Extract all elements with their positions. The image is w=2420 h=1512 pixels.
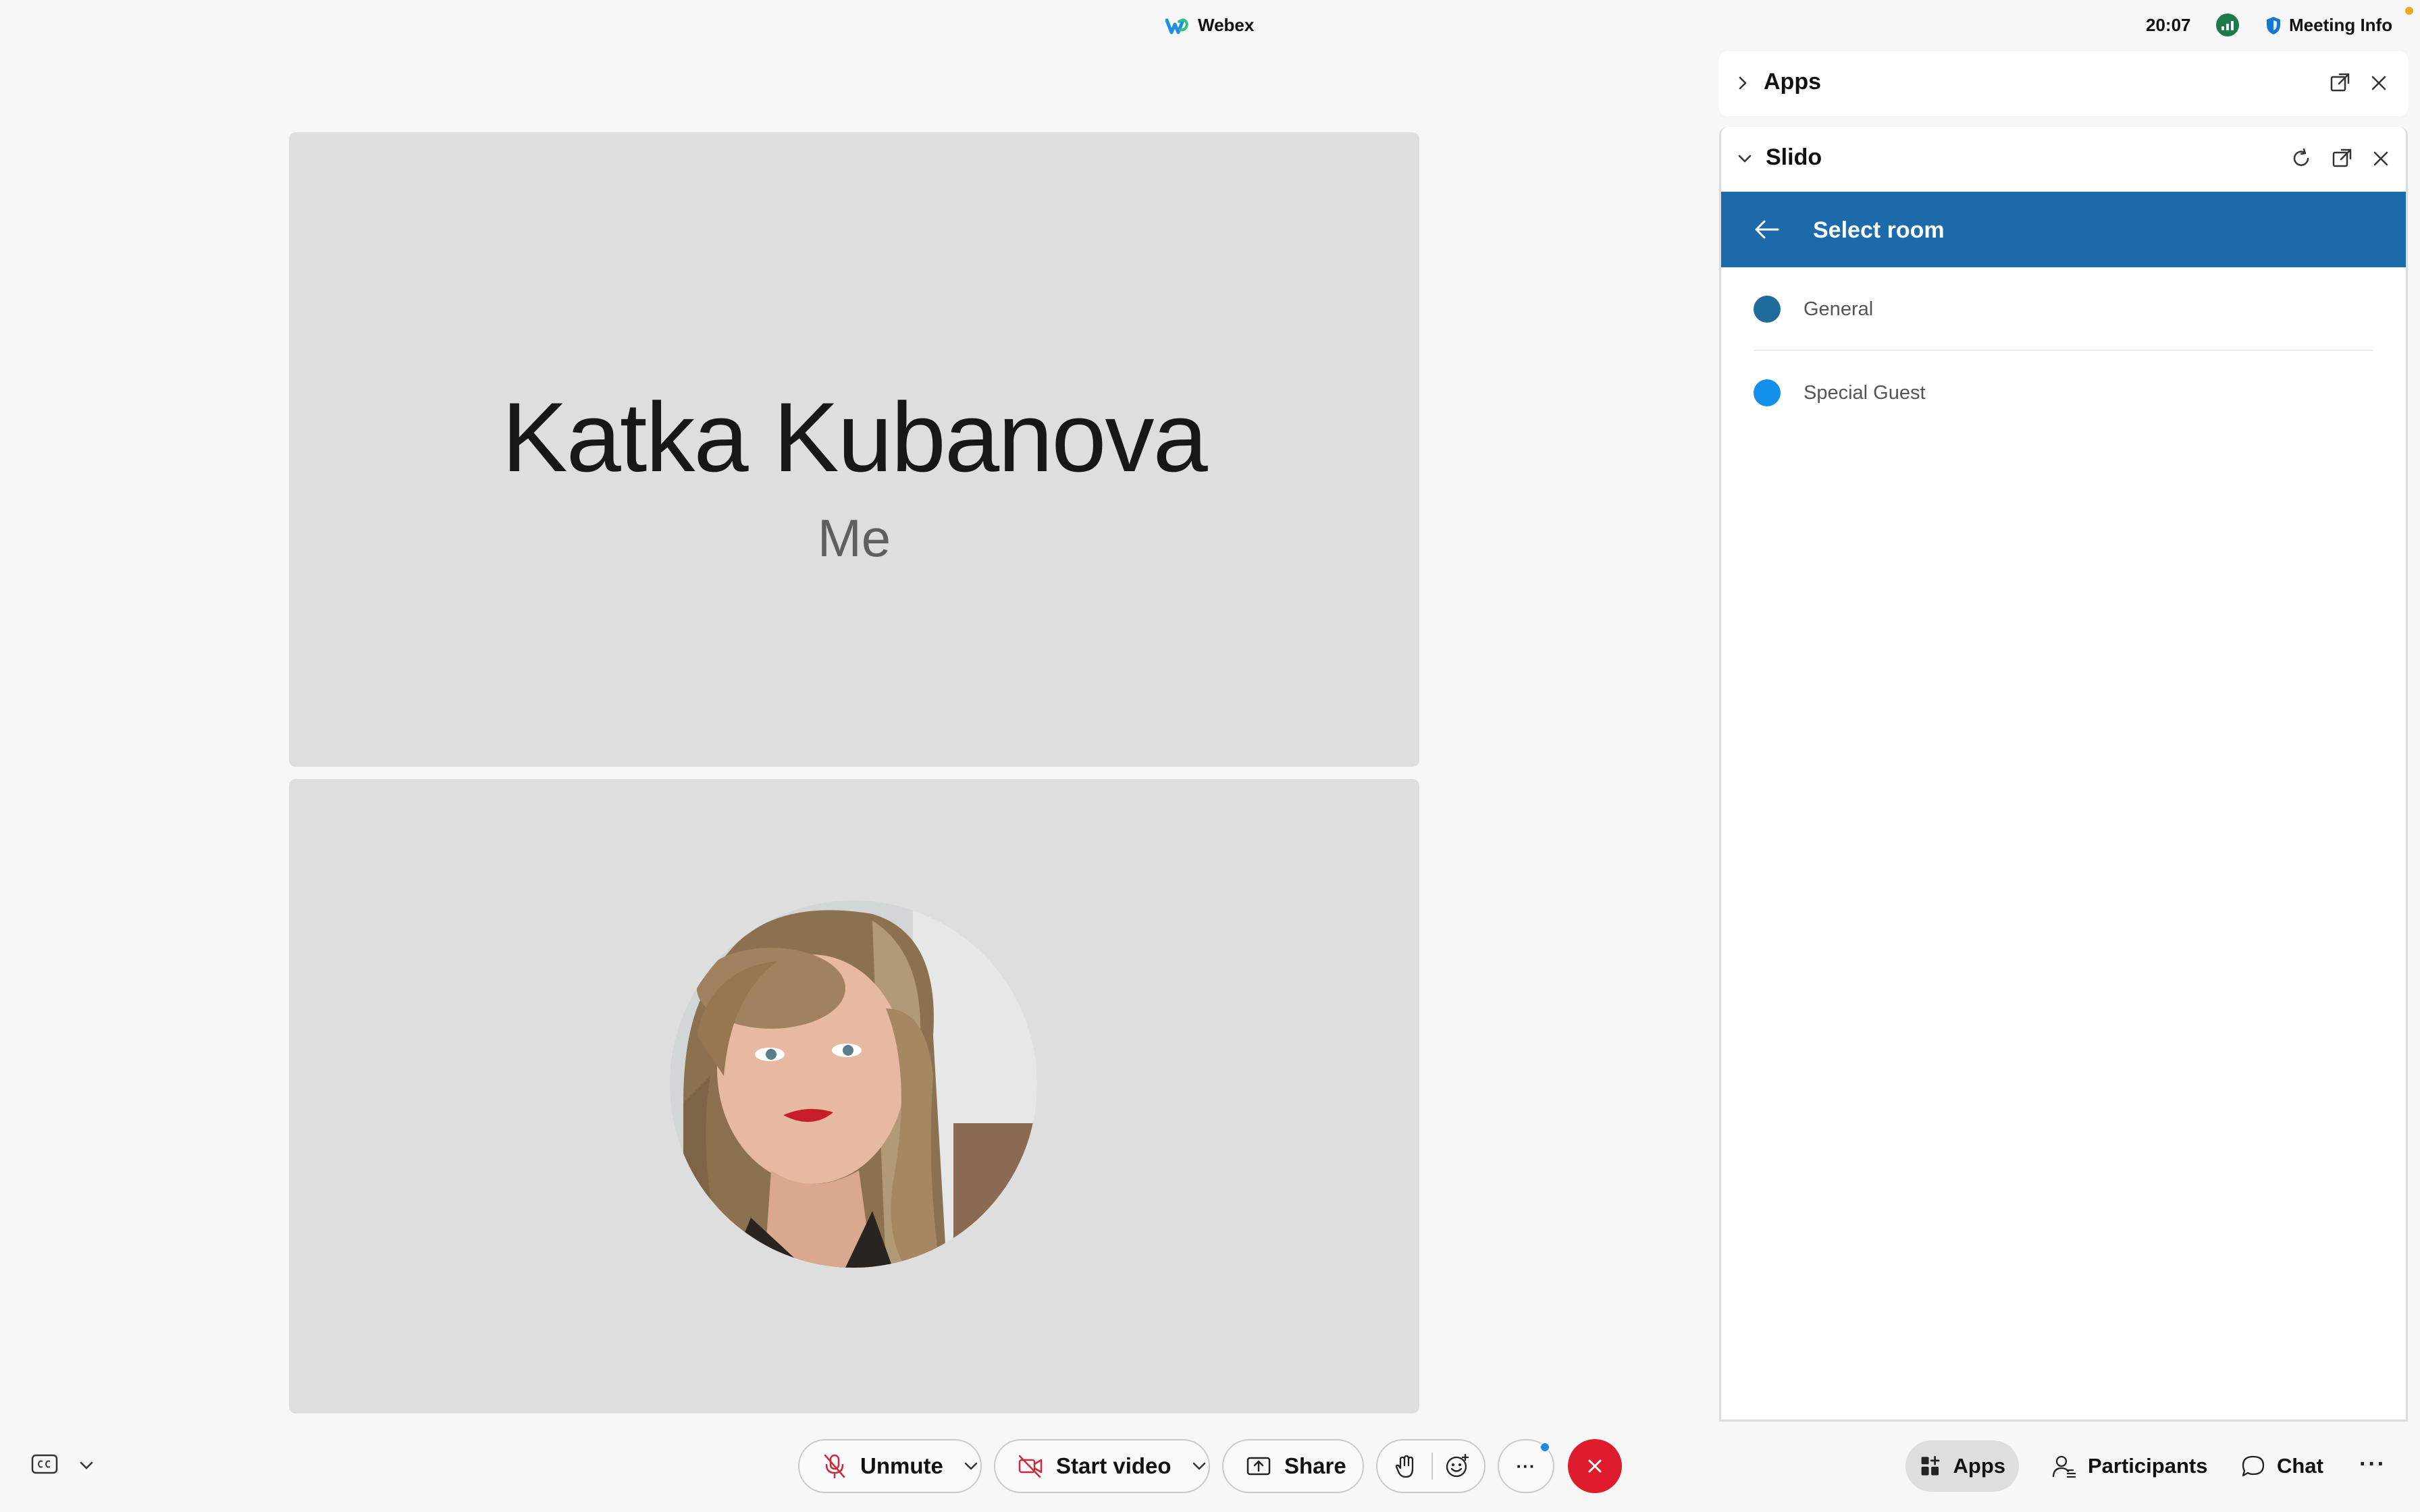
refresh-icon[interactable] xyxy=(2290,147,2313,170)
shield-icon xyxy=(2267,16,2280,34)
meeting-info-label: Meeting Info xyxy=(2289,15,2393,35)
avatar-photo xyxy=(670,900,1037,1268)
pop-out-icon[interactable] xyxy=(2328,72,2351,94)
select-room-title: Select room xyxy=(1813,217,1945,243)
apps-tab-label: Apps xyxy=(1953,1454,2006,1478)
connection-signal-icon[interactable] xyxy=(2216,14,2239,36)
apps-grid-icon xyxy=(1921,1456,1940,1476)
participants-icon xyxy=(2052,1455,2076,1478)
close-icon[interactable] xyxy=(2367,72,2390,94)
chat-bubble-icon xyxy=(2242,1455,2265,1477)
apps-panel-title: Apps xyxy=(1764,69,1821,94)
app-name: Webex xyxy=(1198,15,1255,35)
slido-select-room-header: Select room xyxy=(1721,192,2406,267)
participants-tab[interactable]: Participants xyxy=(2038,1440,2221,1492)
title-bar: Webex 20:07 Meeting Info xyxy=(0,0,2420,51)
room-label: Special Guest xyxy=(1804,382,1926,404)
apps-panel-header: Apps xyxy=(1719,51,2408,116)
back-arrow-icon[interactable] xyxy=(1752,215,1782,244)
notification-dot xyxy=(1540,1442,1550,1453)
chevron-right-icon[interactable] xyxy=(1734,74,1752,92)
notification-dot xyxy=(2405,7,2413,15)
webex-logo-icon xyxy=(1165,18,1188,34)
room-label: General xyxy=(1804,298,1874,320)
self-video-tile: Katka Kubanova Me xyxy=(289,132,1419,767)
room-color-dot xyxy=(1754,296,1781,323)
participant-subtitle: Me xyxy=(817,508,891,568)
participant-name: Katka Kubanova xyxy=(502,382,1207,492)
start-video-label: Start video xyxy=(1056,1453,1172,1478)
divider xyxy=(1431,1453,1433,1480)
slido-panel: Slido Select room General Special Guest xyxy=(1719,127,2408,1422)
room-color-dot xyxy=(1754,379,1781,406)
pop-out-icon[interactable] xyxy=(2330,147,2353,170)
share-screen-icon xyxy=(1246,1457,1271,1476)
app-title: Webex xyxy=(1165,15,1254,36)
audio-options-chevron-icon[interactable] xyxy=(962,1457,980,1475)
close-icon[interactable] xyxy=(2369,147,2392,170)
overflow-menu-button[interactable]: ··· xyxy=(2359,1451,2386,1478)
chat-tab-label: Chat xyxy=(2277,1454,2323,1478)
closed-captions-icon[interactable] xyxy=(31,1453,58,1476)
end-meeting-button[interactable] xyxy=(1568,1439,1622,1493)
participants-tab-label: Participants xyxy=(2088,1454,2208,1478)
unmute-label: Unmute xyxy=(860,1453,943,1478)
chat-tab[interactable]: Chat xyxy=(2227,1440,2337,1492)
participant-video-tile xyxy=(289,779,1419,1413)
room-item-general[interactable]: General xyxy=(1721,267,2406,351)
room-item-special-guest[interactable]: Special Guest xyxy=(1721,351,2406,435)
clock: 20:07 xyxy=(2146,15,2191,35)
video-options-chevron-icon[interactable] xyxy=(1190,1457,1208,1475)
share-label: Share xyxy=(1284,1453,1346,1478)
reactions-emoji-icon[interactable] xyxy=(1444,1453,1471,1480)
captions-chevron-down-icon[interactable] xyxy=(77,1457,96,1474)
video-camera-off-icon xyxy=(1018,1455,1043,1478)
meeting-info-button[interactable]: Meeting Info xyxy=(2266,15,2392,36)
share-button[interactable]: Share xyxy=(1222,1439,1364,1493)
chevron-down-icon[interactable] xyxy=(1736,150,1754,167)
microphone-muted-icon xyxy=(824,1454,845,1479)
apps-tab[interactable]: Apps xyxy=(1905,1440,2019,1492)
raise-hand-icon[interactable] xyxy=(1392,1453,1419,1480)
hand-and-reactions-group xyxy=(1376,1439,1485,1493)
more-options-label: ··· xyxy=(1516,1455,1536,1476)
slido-panel-title: Slido xyxy=(1766,144,1822,170)
start-video-button[interactable]: Start video xyxy=(994,1439,1210,1493)
unmute-button[interactable]: Unmute xyxy=(798,1439,982,1493)
close-icon xyxy=(1588,1459,1602,1473)
avatar xyxy=(670,900,1037,1268)
